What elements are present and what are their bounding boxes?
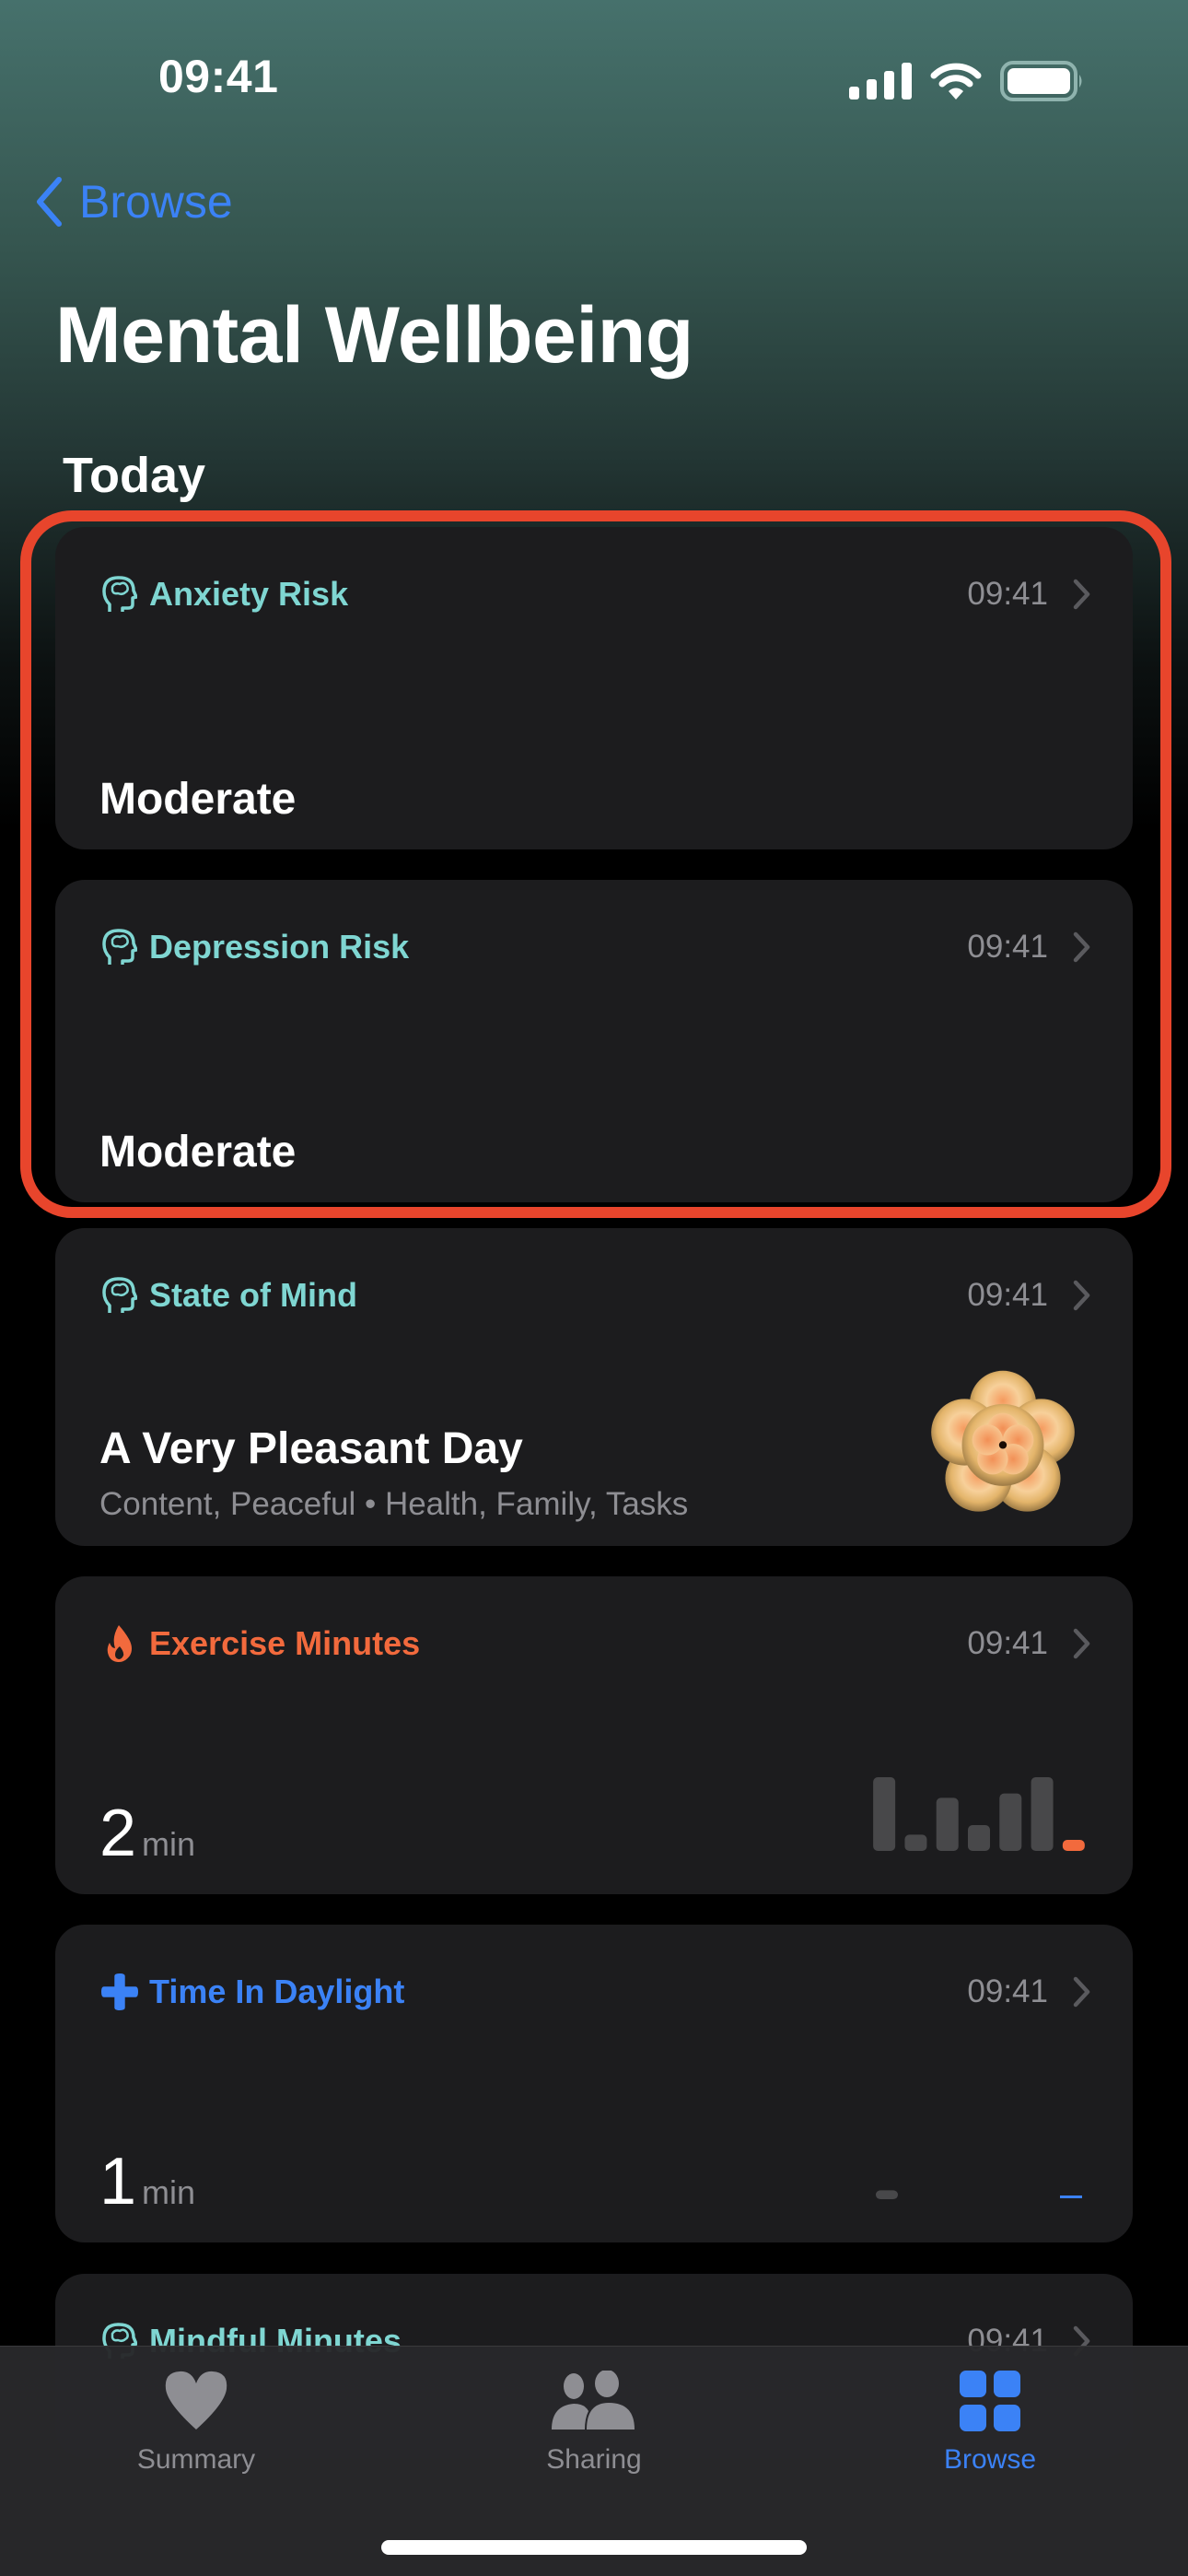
mind-head-icon: [101, 927, 138, 967]
heart-icon: [165, 2371, 227, 2430]
chevron-right-icon: [1073, 1280, 1090, 1311]
card-time-in-daylight[interactable]: Time In Daylight 09:41 1 min: [55, 1925, 1133, 2242]
back-button[interactable]: Browse: [35, 175, 233, 228]
card-exercise-minutes[interactable]: Exercise Minutes 09:41 2 min: [55, 1576, 1133, 1894]
daylight-sparkline: [876, 2190, 1082, 2199]
card-value: Moderate: [99, 775, 297, 824]
wifi-icon: [930, 63, 982, 100]
sparkline-bar: [1062, 1840, 1085, 1851]
card-value-row: 2 min: [99, 1796, 195, 1871]
tab-sharing[interactable]: Sharing: [502, 2371, 686, 2476]
card-subtitle: Content, Peaceful • Health, Family, Task…: [99, 1486, 689, 1522]
battery-icon: [1000, 61, 1082, 101]
flame-icon: [101, 1623, 138, 1664]
status-time: 09:41: [158, 51, 279, 102]
chevron-right-icon: [1073, 1976, 1090, 2008]
sparkline-bar: [936, 1797, 959, 1851]
card-value: Moderate: [99, 1128, 297, 1177]
sparkline-bar: [1031, 1777, 1054, 1851]
card-value: 1: [99, 2145, 137, 2219]
card-depression-risk[interactable]: Depression Risk 09:41 Moderate: [55, 880, 1133, 1202]
chevron-right-icon: [1073, 931, 1090, 963]
page-title: Mental Wellbeing: [55, 291, 693, 380]
grid-icon: [960, 2371, 1020, 2431]
chevron-right-icon: [1073, 1628, 1090, 1659]
chevron-left-icon: [37, 177, 62, 227]
card-title: Depression Risk: [149, 928, 410, 966]
sparkline-bar: [876, 2190, 898, 2199]
tab-label: Sharing: [546, 2444, 642, 2475]
tab-browse[interactable]: Browse: [898, 2371, 1082, 2476]
people-icon: [552, 2371, 635, 2430]
card-unit: min: [142, 2173, 196, 2211]
cellular-signal-icon: [849, 63, 912, 100]
card-time: 09:41: [967, 576, 1048, 612]
card-time: 09:41: [967, 929, 1048, 965]
card-time: 09:41: [967, 1625, 1048, 1661]
status-icons: [849, 61, 1085, 101]
sparkline-bar: [1060, 2195, 1082, 2198]
sparkline-bar: [968, 1825, 990, 1851]
card-title: Anxiety Risk: [149, 575, 349, 613]
card-title: Time In Daylight: [149, 1973, 405, 2010]
tab-label: Browse: [943, 2444, 1037, 2475]
status-bar: 09:41: [0, 0, 1188, 147]
card-value-row: 1 min: [99, 2144, 195, 2219]
state-of-mind-flower-icon: [931, 1370, 1075, 1512]
back-label: Browse: [79, 176, 233, 228]
home-indicator[interactable]: [381, 2540, 807, 2555]
sparkline-bar: [873, 1777, 896, 1851]
sparkline-bar: [904, 1834, 927, 1851]
card-anxiety-risk[interactable]: Anxiety Risk 09:41 Moderate: [55, 527, 1133, 849]
sparkline-bar: [999, 1793, 1022, 1851]
tab-summary[interactable]: Summary: [104, 2371, 288, 2476]
chevron-right-icon: [1073, 579, 1090, 610]
section-title-today: Today: [63, 448, 206, 503]
card-unit: min: [142, 1825, 196, 1863]
card-title: State of Mind: [149, 1276, 357, 1314]
card-time: 09:41: [967, 1973, 1048, 2009]
card-time: 09:41: [967, 1277, 1048, 1313]
plus-icon: [101, 1972, 138, 2012]
card-value: A Very Pleasant Day: [99, 1424, 523, 1473]
mind-head-icon: [101, 574, 138, 615]
tab-label: Summary: [136, 2444, 256, 2475]
card-value: 2: [99, 1797, 137, 1870]
mind-head-icon: [101, 1275, 138, 1316]
card-title: Exercise Minutes: [149, 1624, 421, 1662]
card-state-of-mind[interactable]: State of Mind 09:41 A Very Pleasant Day …: [55, 1228, 1133, 1546]
exercise-sparkline: [873, 1777, 1085, 1851]
